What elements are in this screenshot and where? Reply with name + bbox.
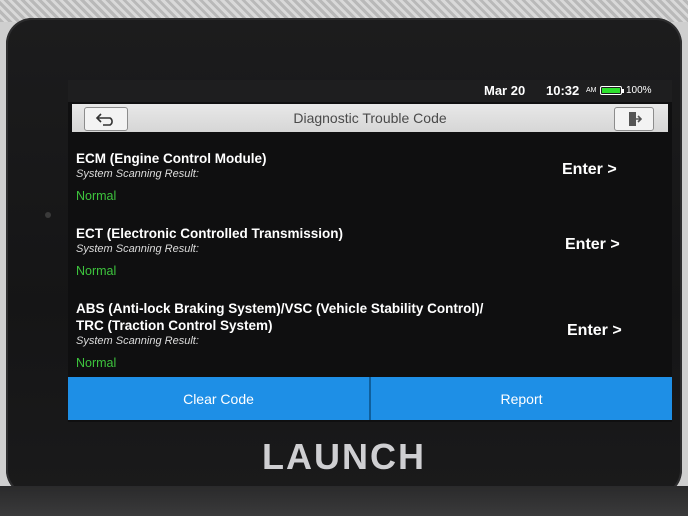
report-button[interactable]: Report (371, 377, 672, 420)
enter-button-ecm[interactable]: Enter > (562, 161, 617, 179)
status-time: 10:32 (546, 83, 580, 98)
title-bar: Diagnostic Trouble Code (72, 104, 668, 132)
battery-level: 100% (626, 85, 652, 96)
status-ampm: AM (586, 87, 597, 94)
action-bar: Clear Code Report (68, 377, 672, 420)
enter-button-abs[interactable]: Enter > (567, 322, 622, 340)
device-screen: Mar 20 10:32 AM 100% Diagnostic Trouble … (68, 80, 672, 422)
system-result: Normal (76, 189, 117, 203)
exit-door-icon (629, 112, 642, 126)
back-arrow-icon (95, 113, 113, 126)
device-base (0, 486, 688, 516)
exit-button[interactable] (614, 107, 654, 131)
launch-logo: LAUNCH (262, 436, 426, 477)
camera-dot (45, 212, 51, 218)
page-title: Diagnostic Trouble Code (293, 110, 447, 126)
status-bar: Mar 20 10:32 AM 100% (68, 80, 672, 102)
system-result: Normal (76, 264, 117, 278)
battery-icon (600, 86, 624, 95)
clear-code-button[interactable]: Clear Code (68, 377, 371, 420)
system-name: ABS (Anti-lock Braking System)/VSC (Vehi… (76, 301, 484, 316)
enter-button-ect[interactable]: Enter > (565, 236, 620, 254)
status-date: Mar 20 (484, 83, 526, 98)
back-button[interactable] (84, 107, 128, 131)
system-result: Normal (76, 356, 117, 370)
